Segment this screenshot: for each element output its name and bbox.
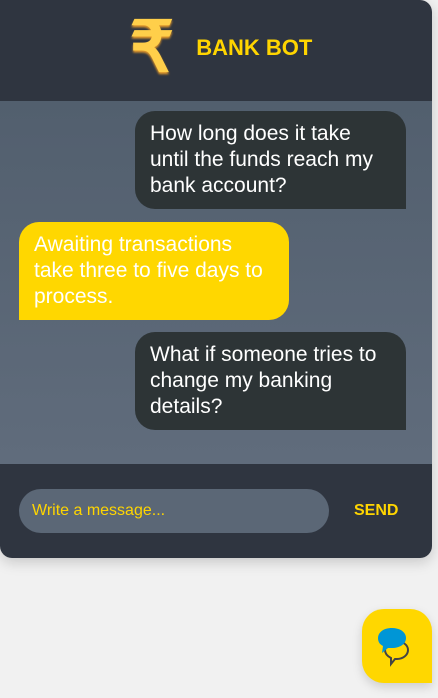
composer: SEND xyxy=(0,464,432,558)
send-button[interactable]: SEND xyxy=(354,502,398,520)
chat-launcher-button[interactable] xyxy=(362,609,432,683)
message-input[interactable] xyxy=(19,489,329,533)
chat-title: BANK BOT xyxy=(196,34,313,60)
user-message: How long does it take until the funds re… xyxy=(135,111,406,209)
chat-window: ₹ BANK BOT How long does it take until t… xyxy=(0,0,432,558)
user-message: What if someone tries to change my banki… xyxy=(135,332,406,430)
bot-message: Awaiting transactions take three to five… xyxy=(19,222,289,320)
message-list: How long does it take until the funds re… xyxy=(0,101,432,464)
chat-header: ₹ BANK BOT xyxy=(0,0,432,101)
chat-bubbles-icon xyxy=(378,628,410,667)
rupee-icon: ₹ xyxy=(129,7,175,86)
